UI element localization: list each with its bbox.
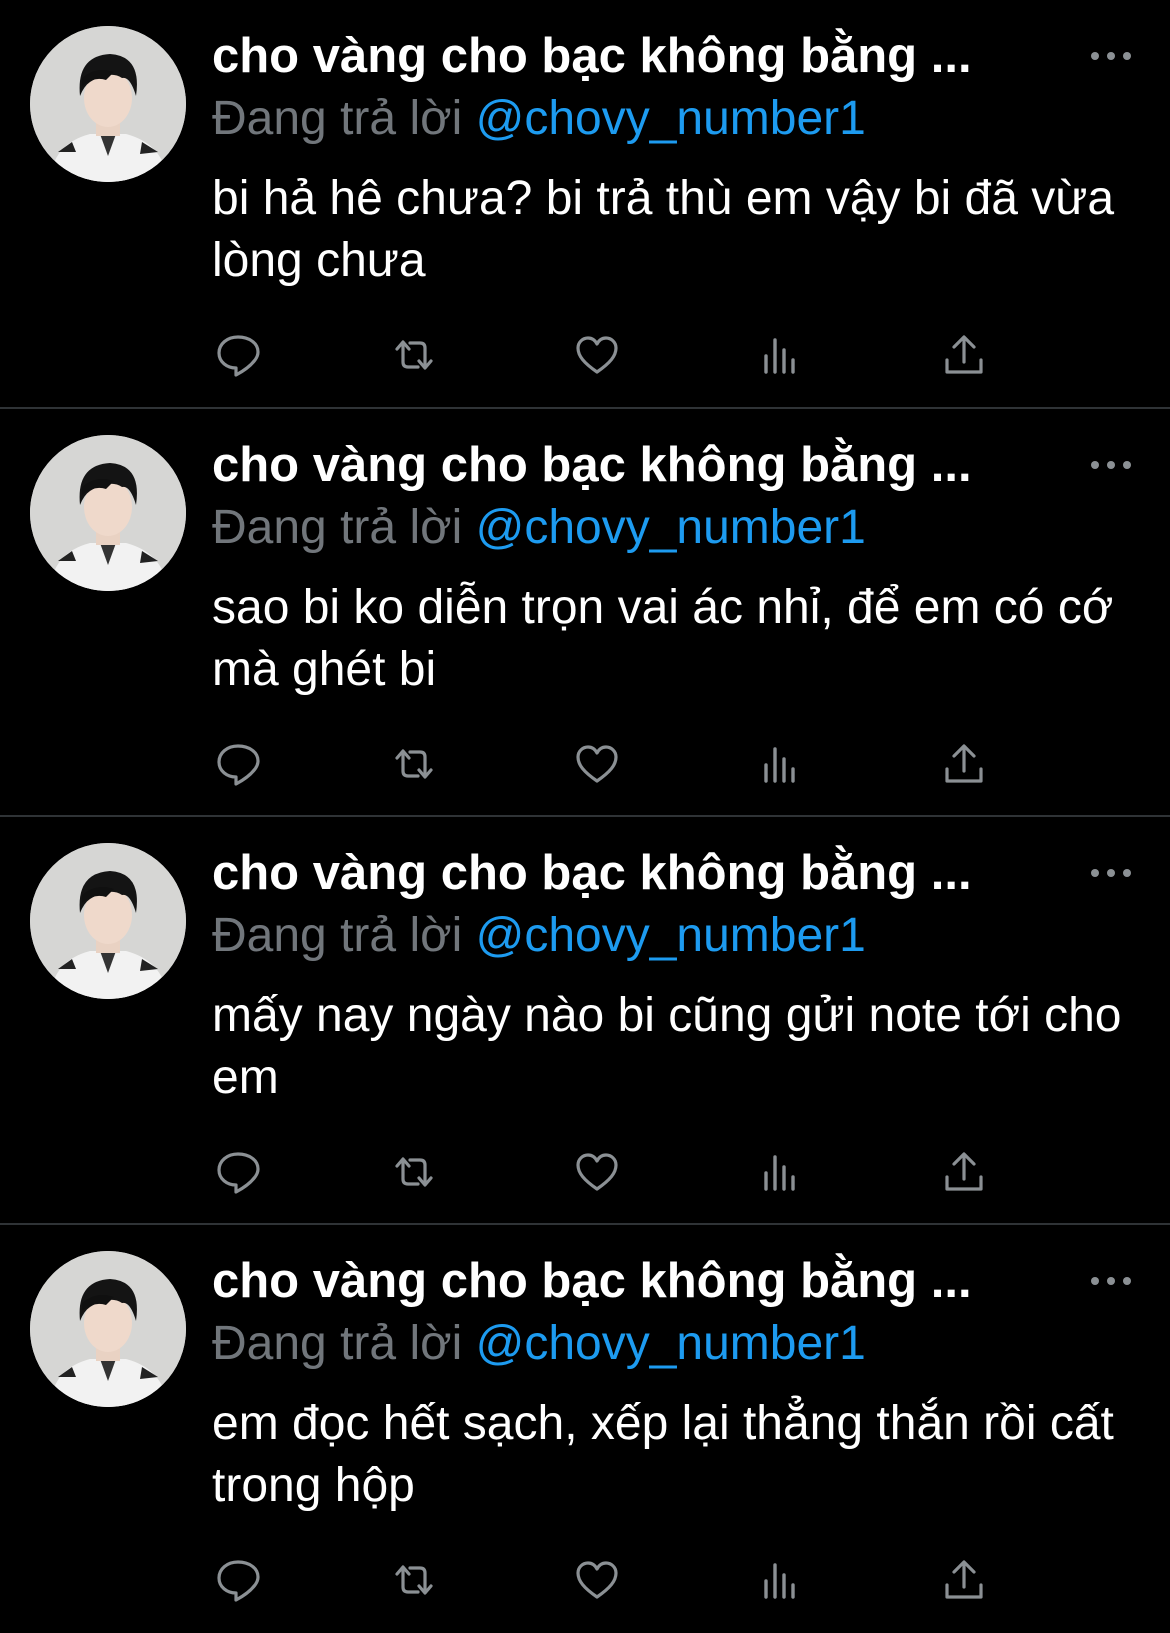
avatar-image <box>30 843 186 999</box>
reply-handle-link[interactable]: @chovy_number1 <box>476 92 866 145</box>
share-icon[interactable] <box>938 1555 990 1605</box>
retweet-icon[interactable] <box>388 1555 440 1605</box>
views-icon[interactable] <box>754 1555 806 1605</box>
more-horizontal-icon[interactable] <box>1086 445 1136 485</box>
display-name[interactable]: cho vàng cho bạc không bằng ... <box>212 1251 972 1311</box>
replying-label: Đang trả lời <box>212 1317 463 1370</box>
tweet[interactable]: cho vàng cho bạc không bằng ... Đang trả… <box>0 407 1170 814</box>
avatar[interactable] <box>30 26 186 182</box>
display-name[interactable]: cho vàng cho bạc không bằng ... <box>212 26 972 86</box>
tweet[interactable]: cho vàng cho bạc không bằng ... Đang trả… <box>0 0 1170 407</box>
avatar-image <box>30 26 186 182</box>
heart-icon[interactable] <box>571 330 623 380</box>
heart-icon[interactable] <box>571 739 623 789</box>
display-name[interactable]: cho vàng cho bạc không bằng ... <box>212 435 972 495</box>
more-horizontal-icon[interactable] <box>1086 853 1136 893</box>
action-bar <box>212 1147 1042 1197</box>
share-icon[interactable] <box>938 1147 990 1197</box>
retweet-icon[interactable] <box>388 1147 440 1197</box>
replying-label: Đang trả lời <box>212 501 463 554</box>
replying-to: Đang trả lời @chovy_number1 <box>212 89 866 149</box>
reply-handle-link[interactable]: @chovy_number1 <box>476 909 866 962</box>
reply-handle-link[interactable]: @chovy_number1 <box>476 501 866 554</box>
retweet-icon[interactable] <box>388 330 440 380</box>
avatar-image <box>30 1251 186 1407</box>
replying-label: Đang trả lời <box>212 92 463 145</box>
tweet-text: sao bi ko diễn trọn vai ác nhỉ, để em có… <box>212 581 1114 696</box>
tweet-text: em đọc hết sạch, xếp lại thẳng thắn rồi … <box>212 1397 1114 1512</box>
views-icon[interactable] <box>754 330 806 380</box>
action-bar <box>212 330 1042 380</box>
more-horizontal-icon[interactable] <box>1086 1261 1136 1301</box>
display-name[interactable]: cho vàng cho bạc không bằng ... <box>212 843 972 903</box>
replying-to: Đang trả lời @chovy_number1 <box>212 1314 866 1374</box>
reply-icon[interactable] <box>212 330 264 380</box>
reply-handle-link[interactable]: @chovy_number1 <box>476 1317 866 1370</box>
heart-icon[interactable] <box>571 1555 623 1605</box>
share-icon[interactable] <box>938 330 990 380</box>
reply-icon[interactable] <box>212 739 264 789</box>
avatar[interactable] <box>30 843 186 999</box>
reply-icon[interactable] <box>212 1147 264 1197</box>
views-icon[interactable] <box>754 739 806 789</box>
replying-label: Đang trả lời <box>212 909 463 962</box>
action-bar <box>212 739 1042 789</box>
avatar[interactable] <box>30 435 186 591</box>
replying-to: Đang trả lời @chovy_number1 <box>212 498 866 558</box>
more-horizontal-icon[interactable] <box>1086 36 1136 76</box>
tweet-text: mấy nay ngày nào bi cũng gửi note tới ch… <box>212 989 1122 1104</box>
share-icon[interactable] <box>938 739 990 789</box>
views-icon[interactable] <box>754 1147 806 1197</box>
action-bar <box>212 1555 1042 1605</box>
tweet[interactable]: cho vàng cho bạc không bằng ... Đang trả… <box>0 815 1170 1222</box>
heart-icon[interactable] <box>571 1147 623 1197</box>
tweet-text: bi hả hê chưa? bi trả thù em vậy bi đã v… <box>212 172 1115 287</box>
avatar-image <box>30 435 186 591</box>
retweet-icon[interactable] <box>388 739 440 789</box>
avatar[interactable] <box>30 1251 186 1407</box>
replying-to: Đang trả lời @chovy_number1 <box>212 906 866 966</box>
reply-icon[interactable] <box>212 1555 264 1605</box>
tweet[interactable]: cho vàng cho bạc không bằng ... Đang trả… <box>0 1223 1170 1630</box>
